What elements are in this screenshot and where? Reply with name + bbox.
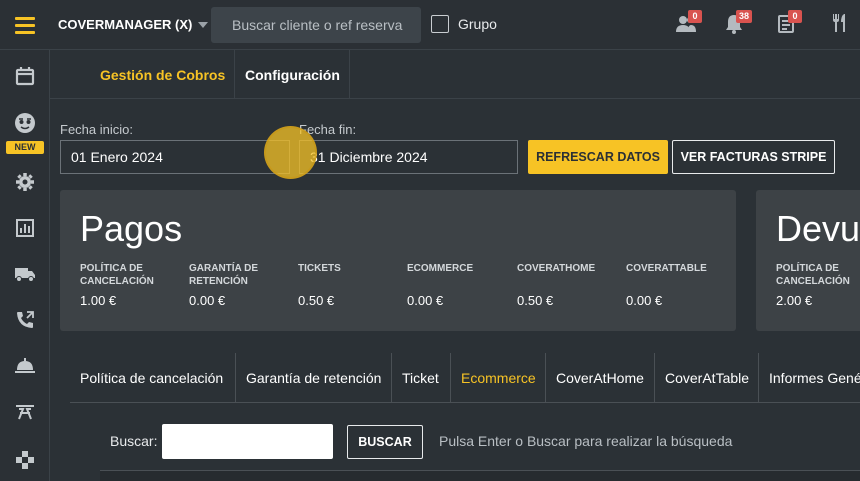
refresh-data-button[interactable]: REFRESCAR DATOS	[528, 140, 668, 174]
tab-ticket[interactable]: Ticket	[392, 353, 451, 403]
stat-ecommerce: ECOMMERCE 0.00 €	[407, 262, 507, 308]
group-label: Grupo	[458, 16, 497, 32]
stat-value: 2.00 €	[776, 293, 813, 308]
sidebar: NEW	[0, 50, 50, 481]
tab-label: Configuración	[245, 66, 340, 83]
group-checkbox[interactable]	[431, 15, 449, 33]
sub-navigation: Gestión de Cobros Configuración	[50, 50, 860, 99]
stat-value: 0.50 €	[517, 293, 554, 308]
stat-tickets: TICKETS 0.50 €	[298, 262, 398, 308]
tasks-icon[interactable]: 0	[776, 10, 802, 38]
table-icon[interactable]	[0, 394, 50, 430]
end-date-value: 31 Diciembre 2024	[310, 149, 428, 165]
top-bar: COVERMANAGER (X) Buscar cliente o ref re…	[0, 0, 860, 50]
stat-cancelation-policy: POLÍTICA DE CANCELACIÓN 2.00 €	[776, 262, 860, 308]
stat-coverathome: COVERATHOME 0.50 €	[517, 262, 617, 308]
stat-label: ECOMMERCE	[407, 263, 474, 274]
tab-garantia-retencion[interactable]: Garantía de retención	[236, 353, 392, 403]
hamburger-menu-icon[interactable]	[0, 0, 50, 50]
notifications-badge: 38	[736, 10, 753, 23]
search-input[interactable]: Buscar cliente o ref reserva	[211, 7, 421, 43]
stat-value: 0.00 €	[626, 293, 663, 308]
search-button[interactable]: BUSCAR	[347, 425, 423, 459]
card-title: Pagos	[80, 208, 183, 249]
bell-notifications-icon[interactable]: 38	[724, 10, 753, 38]
search-field[interactable]	[162, 424, 333, 459]
stat-coverattable: COVERATTABLE 0.00 €	[626, 262, 726, 308]
phone-icon[interactable]	[0, 302, 50, 338]
stat-cancelation-policy: POLÍTICA DE CANCELACIÓN 1.00 €	[80, 262, 180, 308]
end-date-input[interactable]: 31 Diciembre 2024	[299, 140, 518, 174]
tab-informes[interactable]: Informes Gené	[759, 353, 860, 403]
chevron-down-icon	[198, 21, 209, 28]
stat-value: 0.50 €	[298, 293, 335, 308]
start-date-label: Fecha inicio:	[60, 122, 133, 137]
venue-selector[interactable]: COVERMANAGER (X)	[58, 17, 209, 32]
payments-card: Pagos POLÍTICA DE CANCELACIÓN 1.00 € GAR…	[60, 190, 736, 331]
venue-name: COVERMANAGER (X)	[58, 17, 193, 32]
search-placeholder: Buscar cliente o ref reserva	[232, 17, 403, 33]
stat-label: POLÍTICA DE CANCELACIÓN	[776, 263, 850, 287]
stat-value: 0.00 €	[407, 293, 444, 308]
tab-configuracion[interactable]: Configuración	[234, 50, 350, 99]
tab-coverattable[interactable]: CoverAtTable	[655, 353, 759, 403]
new-badge: NEW	[6, 141, 44, 154]
results-table-header	[100, 470, 860, 481]
smiley-icon[interactable]	[0, 105, 50, 141]
calendar-icon[interactable]	[0, 58, 50, 94]
stat-label: COVERATHOME	[517, 263, 596, 274]
tasks-badge: 0	[788, 10, 802, 23]
chart-icon[interactable]	[0, 210, 50, 246]
bell-service-icon[interactable]	[0, 348, 50, 384]
start-date-input[interactable]: 01 Enero 2024	[60, 140, 290, 174]
stat-value: 1.00 €	[80, 293, 117, 308]
tab-coverathome[interactable]: CoverAtHome	[546, 353, 655, 403]
tab-label: Gestión de Cobros	[100, 66, 226, 83]
gamepad-icon[interactable]	[0, 442, 50, 478]
truck-icon[interactable]	[0, 256, 50, 292]
stat-label: COVERATTABLE	[626, 263, 707, 274]
tab-gestion-cobros[interactable]: Gestión de Cobros	[90, 50, 235, 99]
search-label: Buscar:	[110, 433, 158, 449]
payment-type-tabs: Política de cancelación Garantía de rete…	[70, 353, 860, 403]
stat-label: TICKETS	[298, 263, 341, 274]
stat-label: POLÍTICA DE CANCELACIÓN	[80, 263, 154, 287]
tab-politica-cancelacion[interactable]: Política de cancelación	[70, 353, 236, 403]
search-hint: Pulsa Enter o Buscar para realizar la bú…	[439, 433, 733, 449]
tab-ecommerce[interactable]: Ecommerce	[451, 353, 546, 403]
gear-icon[interactable]	[0, 164, 50, 200]
cutlery-icon[interactable]	[830, 12, 854, 38]
card-title: Devu	[776, 208, 860, 249]
stat-value: 0.00 €	[189, 293, 226, 308]
stat-label: GARANTÍA DE RETENCIÓN	[189, 263, 259, 287]
refunds-card: Devu POLÍTICA DE CANCELACIÓN 2.00 €	[756, 190, 860, 331]
stat-retention-guarantee: GARANTÍA DE RETENCIÓN 0.00 €	[189, 262, 289, 308]
start-date-value: 01 Enero 2024	[71, 149, 163, 165]
users-badge: 0	[688, 10, 702, 23]
users-icon[interactable]: 0	[676, 10, 702, 38]
group-toggle[interactable]: Grupo	[431, 15, 497, 33]
click-indicator	[264, 126, 317, 179]
stripe-invoices-button[interactable]: VER FACTURAS STRIPE	[672, 140, 835, 174]
